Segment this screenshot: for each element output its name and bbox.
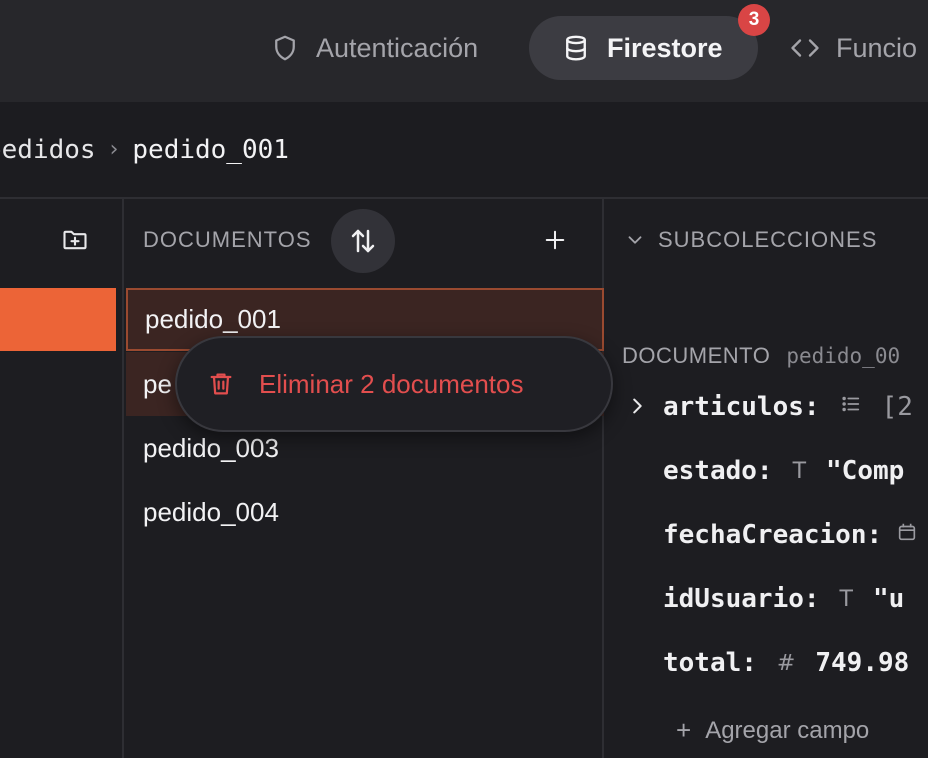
top-navigation: Autenticación Firestore 3 Funcio [0, 0, 928, 102]
document-label: pedido_004 [143, 496, 279, 527]
selected-collection-item[interactable] [0, 288, 116, 351]
database-icon [566, 35, 586, 61]
calendar-icon [896, 521, 918, 549]
field-fechacreacion[interactable]: fechaCreacion: [663, 515, 928, 555]
text-type-icon: T [792, 458, 807, 484]
document-header: DOCUMENTO pedido_00 [622, 343, 900, 369]
field-value: 749.98 [815, 648, 910, 678]
field-value: "Comp [826, 456, 905, 486]
plus-icon [545, 230, 565, 250]
documents-header: DOCUMENTOS [143, 227, 312, 252]
tab-autenticacion[interactable]: Autenticación [270, 16, 478, 80]
document-detail-panel: SUBCOLECCIONES DOCUMENTO pedido_00 artic… [606, 199, 928, 758]
chevron-right-icon: › [109, 137, 119, 162]
tab-label: Funcio [836, 32, 918, 63]
subcollections-header: SUBCOLECCIONES [658, 227, 878, 252]
field-estado[interactable]: estado: T "Comp [663, 451, 904, 491]
document-label: DOCUMENTO [622, 343, 771, 368]
tab-label: Autenticación [316, 32, 479, 63]
field-articulos[interactable]: articulos: [2 [663, 387, 913, 427]
document-label: pedido_003 [143, 432, 279, 463]
folder-plus-icon [63, 230, 87, 250]
field-key: total: [663, 648, 757, 678]
plus-icon: + [676, 715, 692, 745]
field-key: fechaCreacion: [663, 520, 883, 550]
sort-button[interactable] [331, 209, 395, 273]
field-key: idUsuario: [663, 584, 820, 614]
field-idusuario[interactable]: idUsuario: T "u [663, 579, 904, 619]
trash-icon [210, 373, 232, 395]
delete-documents-label: Eliminar 2 documentos [259, 368, 524, 399]
tab-label: Firestore [607, 32, 723, 63]
document-label: pedido_001 [145, 304, 281, 334]
number-type-icon: # [776, 650, 796, 676]
breadcrumb: pedidos › pedido_001 [0, 102, 928, 199]
shield-icon [275, 35, 295, 61]
field-key: articulos: [663, 392, 820, 422]
list-icon [840, 393, 862, 421]
chevron-down-icon [628, 236, 642, 244]
code-icon [791, 39, 819, 57]
delete-documents-menu-item[interactable]: Eliminar 2 documentos [175, 336, 613, 432]
tab-firestore[interactable]: Firestore [529, 16, 758, 80]
chevron-right-icon[interactable] [626, 395, 648, 417]
subcollections-toggle[interactable]: SUBCOLECCIONES [624, 227, 877, 253]
document-id: pedido_00 [786, 344, 901, 368]
documents-panel: DOCUMENTOS pedido_001 pe pedido_003 pedi… [126, 199, 604, 758]
tab-functions[interactable]: Funcio [790, 16, 917, 80]
text-type-icon: T [839, 586, 853, 612]
breadcrumb-parent[interactable]: pedidos [0, 135, 96, 165]
breadcrumb-current[interactable]: pedido_001 [132, 135, 289, 165]
add-document-button[interactable] [538, 221, 572, 259]
document-item-pedido-004[interactable]: pedido_004 [126, 480, 604, 544]
add-collection-button[interactable] [58, 223, 92, 257]
field-key: estado: [663, 456, 773, 486]
collections-panel [0, 199, 124, 758]
field-total[interactable]: total: # 749.98 [663, 643, 909, 683]
document-label: pe [143, 368, 172, 399]
field-value: "u [873, 584, 905, 614]
add-field-button[interactable]: + Agregar campo [676, 715, 869, 746]
sort-arrows-icon [351, 229, 375, 253]
notification-badge: 3 [738, 4, 770, 36]
add-field-label: Agregar campo [705, 716, 870, 744]
field-value: [2 [881, 392, 913, 422]
